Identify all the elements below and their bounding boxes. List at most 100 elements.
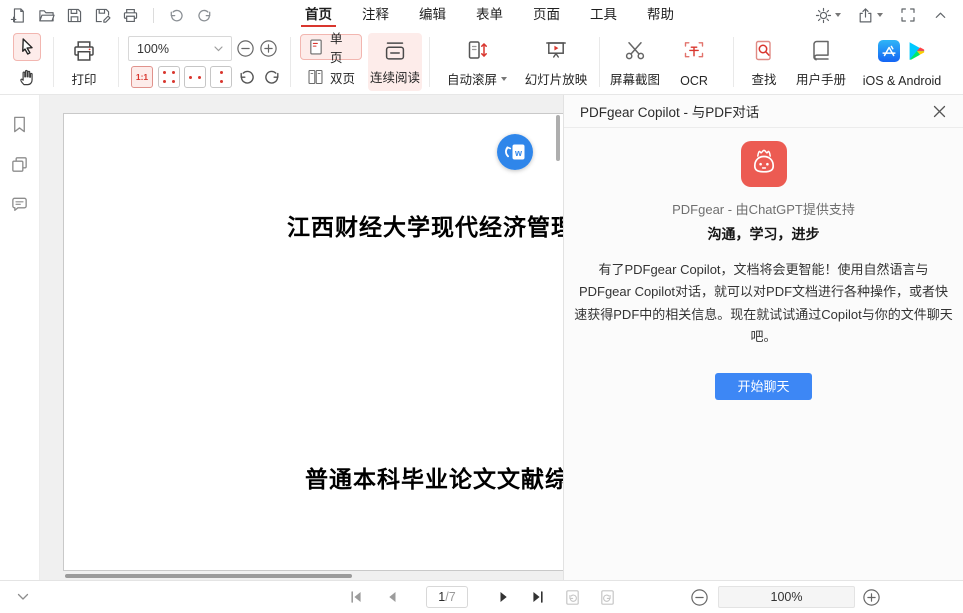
print-button[interactable]: 打印 [58,35,110,90]
hand-tool-button[interactable] [13,63,41,91]
statusbar: 1/7 100% [0,580,963,613]
share-button[interactable] [857,7,883,24]
zoom-out-button[interactable] [690,588,709,607]
document-subtitle-text: 普通本科毕业论文文献综 [305,460,563,494]
search-icon [751,35,777,66]
double-page-icon [307,68,324,86]
tagline-text: 沟通，学习，进步 [564,224,963,244]
prev-view-button[interactable] [564,589,581,606]
copilot-title: PDFgear Copilot - 与PDF对话 [580,101,759,121]
printer-icon [71,35,97,66]
chevron-down-icon [877,13,883,17]
undo-button[interactable] [168,7,185,24]
current-page: 1 [438,590,445,604]
chevron-down-icon [835,13,841,17]
zoom-out-button[interactable] [236,39,255,58]
next-view-button[interactable] [599,589,616,606]
convert-to-word-button[interactable]: w [497,134,533,170]
start-chat-button[interactable]: 开始聊天 [715,373,812,400]
tab-tools[interactable]: 工具 [575,0,632,30]
ocr-button[interactable]: OCR [668,35,720,90]
divider [53,37,54,87]
tab-home[interactable]: 首页 [290,0,347,30]
rotate-right-button[interactable] [261,67,283,89]
fit-page-button[interactable] [158,66,180,88]
zoom-in-button[interactable] [259,39,278,58]
divider [118,37,119,87]
appstore-icon [878,40,900,62]
last-page-button[interactable] [530,589,546,605]
open-file-button[interactable] [38,7,55,24]
ocr-icon [681,35,707,66]
divider [290,37,291,87]
theme-button[interactable] [815,7,841,24]
bookmarks-button[interactable] [10,115,29,134]
tab-help[interactable]: 帮助 [632,0,689,30]
scissors-icon [622,35,648,66]
horizontal-scrollbar[interactable] [65,574,352,578]
copilot-panel: PDFgear Copilot - 与PDF对话 PDFgear - 由Chat… [563,95,963,580]
chevron-down-icon [501,77,507,81]
first-page-button[interactable] [348,589,364,605]
fit-height-button[interactable] [210,66,232,88]
document-viewport[interactable]: 江西财经大学现代经济管理 普通本科毕业论文文献综 w [40,95,563,580]
fullscreen-button[interactable] [899,7,916,24]
copilot-header: PDFgear Copilot - 与PDF对话 [564,95,963,128]
single-page-button[interactable]: 单页 [300,34,362,60]
tab-page[interactable]: 页面 [518,0,575,30]
book-icon [808,35,834,66]
zoom-select-value: 100% [137,42,169,56]
screenshot-button[interactable]: 屏幕截图 [603,35,667,90]
ribbon-tabs: 首页 注释 编辑 表单 页面 工具 帮助 [290,0,689,30]
continuous-reading-button[interactable]: 连续阅读 [368,33,422,91]
single-page-icon [308,38,324,56]
next-page-button[interactable] [496,589,512,605]
share-icon [857,7,874,24]
find-button[interactable]: 查找 [741,35,787,90]
toolbar: 打印 100% 1:1 单页 双页 [0,30,963,95]
divider [733,37,734,87]
tab-annotate[interactable]: 注释 [347,0,404,30]
copilot-body: PDFgear - 由ChatGPT提供支持 沟通，学习，进步 有了PDFgea… [564,128,963,400]
fit-width-button[interactable] [184,66,206,88]
continuous-reading-icon [381,38,409,64]
page-number-input[interactable]: 1/7 [426,586,468,608]
hand-icon [16,66,38,88]
zoom-in-button[interactable] [862,588,881,607]
window-actions [815,0,949,30]
redo-button[interactable] [196,7,213,24]
powered-by-text: PDFgear - 由ChatGPT提供支持 [564,199,963,218]
user-manual-button[interactable]: 用户手册 [787,35,855,90]
save-button[interactable] [66,7,83,24]
tab-form[interactable]: 表单 [461,0,518,30]
select-tool-button[interactable] [13,33,41,61]
zoom-level[interactable]: 100% [718,586,855,608]
slideshow-button[interactable]: 幻灯片放映 [518,35,594,90]
theme-icon [815,7,832,24]
menubar: 首页 注释 编辑 表单 页面 工具 帮助 [0,0,963,30]
close-copilot-button[interactable] [931,103,947,119]
googleplay-icon [905,40,927,62]
mobile-apps-button[interactable]: iOS & Android [853,35,951,90]
quick-print-button[interactable] [122,7,139,24]
actual-size-button[interactable]: 1:1 [131,66,153,88]
divider [153,8,154,23]
collapse-panel-button[interactable] [16,591,30,603]
collapse-toolbar-button[interactable] [932,7,949,24]
vertical-scrollbar[interactable] [556,115,560,161]
prev-page-button[interactable] [384,589,400,605]
double-page-button[interactable]: 双页 [300,64,362,90]
tab-edit[interactable]: 编辑 [404,0,461,30]
file-actions [10,0,213,30]
page-thumbnails-button[interactable] [10,155,29,174]
rotate-left-button[interactable] [236,67,258,89]
document-title-text: 江西财经大学现代经济管理 [287,208,563,242]
robot-icon [741,141,787,187]
zoom-select[interactable]: 100% [128,36,232,61]
divider [599,37,600,87]
comments-button[interactable] [10,195,29,214]
auto-scroll-button[interactable]: 自动滚屏 [434,35,520,90]
new-file-button[interactable] [10,7,27,24]
save-as-button[interactable] [94,7,111,24]
left-panel-tabs [0,95,40,580]
